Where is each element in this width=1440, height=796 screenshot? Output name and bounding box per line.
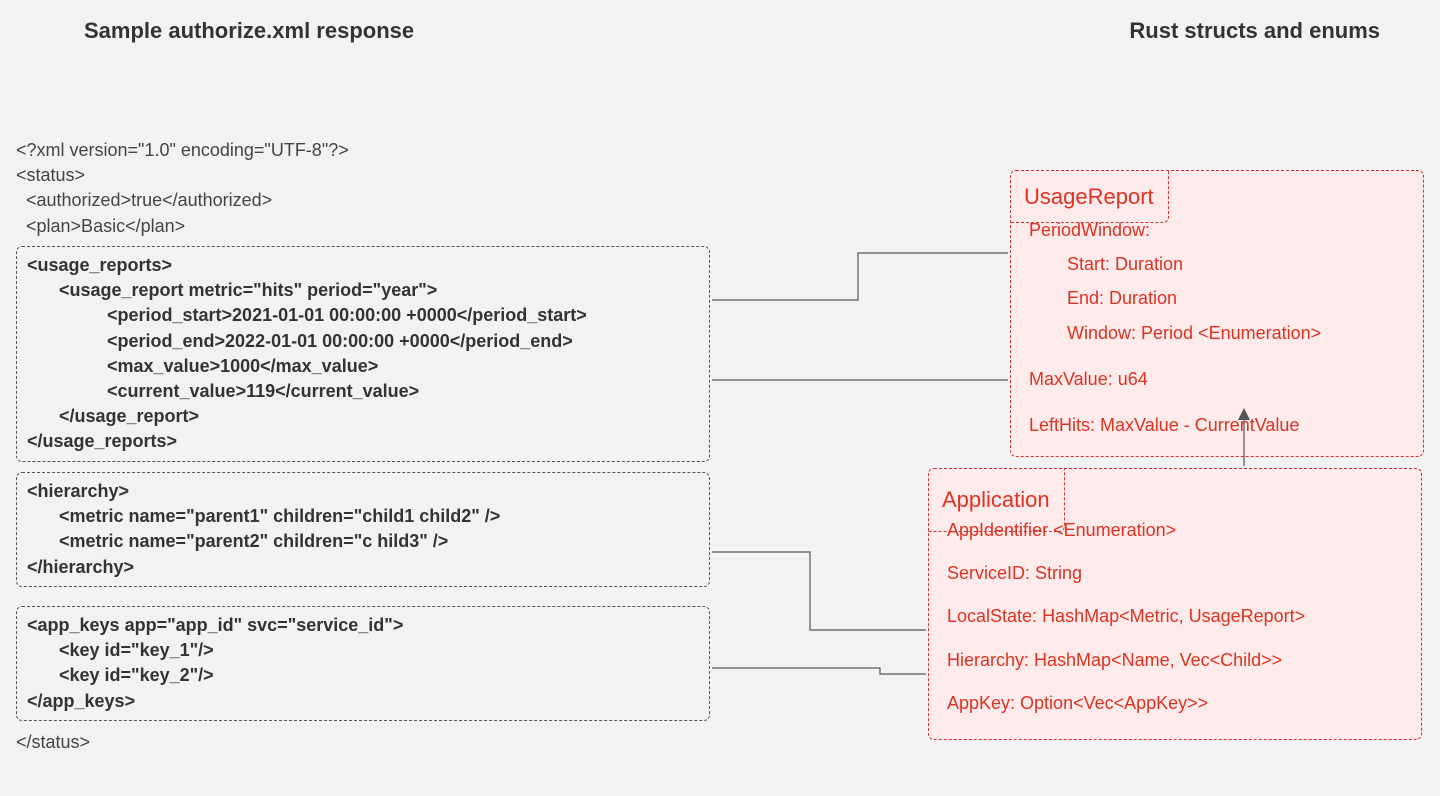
xml-usage-reports-block: <usage_reports> <usage_report metric="hi… [16,246,710,462]
xml-hierarchy-block: <hierarchy> <metric name="parent1" child… [16,472,710,587]
max-value: <max_value>1000</max_value> [27,354,699,379]
usage-report-close: </usage_report> [27,404,699,429]
struct-application: Application AppIdentifier <Enumeration> … [928,468,1422,740]
heading-right: Rust structs and enums [1129,18,1380,44]
xml-appkeys-block: <app_keys app="app_id" svc="service_id">… [16,606,710,721]
appkeys-key2: <key id="key_2"/> [27,663,699,688]
ur-window: Window: Period <Enumeration> [1029,316,1405,350]
usage-reports-close: </usage_reports> [27,429,699,454]
xml-plan: <plan>Basic</plan> [16,214,716,239]
usage-reports-open: <usage_reports> [27,253,699,278]
struct-usage-report: UsageReport PeriodWindow: Start: Duratio… [1010,170,1424,457]
hierarchy-close: </hierarchy> [27,555,699,580]
appkeys-close: </app_keys> [27,689,699,714]
app-key: AppKey: Option<Vec<AppKey>> [947,682,1403,725]
xml-status-close: </status> [16,730,90,755]
struct-usage-report-title: UsageReport [1010,170,1169,223]
current-value: <current_value>119</current_value> [27,379,699,404]
ur-end: End: Duration [1029,281,1405,315]
ur-left-hits: LeftHits: MaxValue - CurrentValue [1029,408,1405,442]
heading-left: Sample authorize.xml response [84,18,414,44]
period-start: <period_start>2021-01-01 00:00:00 +0000<… [27,303,699,328]
app-hierarchy: Hierarchy: HashMap<Name, Vec<Child>> [947,639,1403,682]
xml-authorized: <authorized>true</authorized> [16,188,716,213]
xml-declaration: <?xml version="1.0" encoding="UTF-8"?> [16,138,716,163]
struct-application-title: Application [928,468,1065,532]
ur-start: Start: Duration [1029,247,1405,281]
usage-report-open: <usage_report metric="hits" period="year… [27,278,699,303]
hierarchy-open: <hierarchy> [27,479,699,504]
xml-status-open: <status> [16,163,716,188]
app-service-id: ServiceID: String [947,552,1403,595]
app-local-state: LocalState: HashMap<Metric, UsageReport> [947,595,1403,638]
hierarchy-metric2: <metric name="parent2" children="c hild3… [27,529,699,554]
ur-max-value: MaxValue: u64 [1029,362,1405,396]
hierarchy-metric1: <metric name="parent1" children="child1 … [27,504,699,529]
appkeys-open: <app_keys app="app_id" svc="service_id"> [27,613,699,638]
period-end: <period_end>2022-01-01 00:00:00 +0000</p… [27,329,699,354]
appkeys-key1: <key id="key_1"/> [27,638,699,663]
